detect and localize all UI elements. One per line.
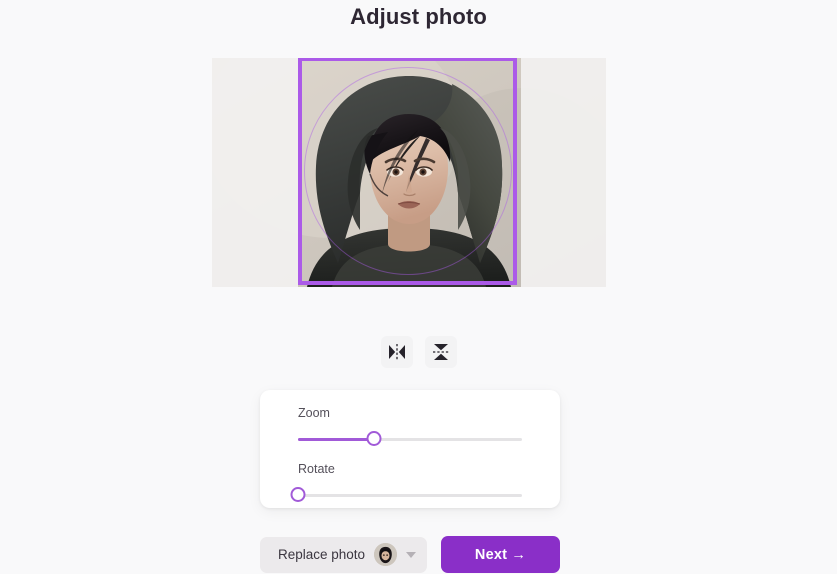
crop-circle-guide [303,67,512,275]
flip-vertical-icon [432,343,450,361]
flip-horizontal-icon [388,343,406,361]
page-title: Adjust photo [350,4,487,29]
zoom-slider[interactable] [298,430,522,448]
crop-dim-left [212,58,298,287]
zoom-slider-fill [298,438,375,441]
footer-actions: Replace photo Next → [260,536,560,573]
next-button[interactable]: Next → [441,536,560,573]
chevron-down-icon [406,551,416,558]
user-avatar-thumbnail [374,543,397,566]
crop-dim-right [521,58,606,287]
flip-horizontal-button[interactable] [380,336,413,368]
transform-toolbar [0,336,837,368]
zoom-slider-label: Zoom [298,406,330,420]
replace-photo-button[interactable]: Replace photo [260,536,427,573]
rotate-slider-track[interactable] [298,494,522,497]
rotate-slider-label: Rotate [298,462,335,476]
rotate-slider-thumb[interactable] [290,487,306,502]
adjust-sliders-card: Zoom Rotate [260,390,560,508]
rotate-slider[interactable] [290,486,522,504]
crop-selection-box[interactable] [298,58,517,285]
replace-photo-label: Replace photo [278,547,366,562]
flip-vertical-button[interactable] [424,336,457,368]
photo-crop-stage[interactable] [212,58,606,287]
zoom-slider-thumb[interactable] [366,431,382,446]
